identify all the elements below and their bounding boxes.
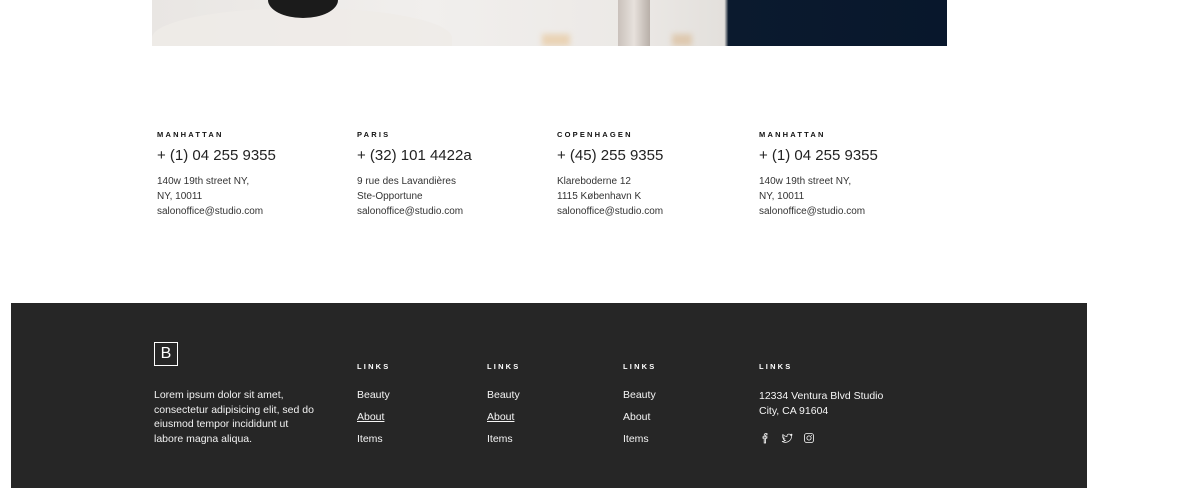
contact-email[interactable]: salonoffice@studio.com	[759, 204, 878, 219]
contact-address-line: 9 rue des Lavandières	[357, 176, 456, 187]
contact-block-copenhagen: COPENHAGEN + (45) 255 9355 Klareboderne …	[557, 130, 663, 219]
footer-link-about[interactable]: About	[487, 411, 521, 424]
contact-block-manhattan: MANHATTAN + (1) 04 255 9355 140w 19th st…	[157, 130, 276, 219]
contact-address-line: NY, 10011	[157, 191, 203, 202]
contact-email[interactable]: salonoffice@studio.com	[557, 204, 663, 219]
contact-address-line: 140w 19th street NY,	[759, 176, 852, 187]
contact-email[interactable]: salonoffice@studio.com	[357, 204, 472, 219]
contact-address-line: 140w 19th street NY,	[157, 176, 250, 187]
footer-link-beauty[interactable]: Beauty	[357, 389, 391, 402]
footer-column-heading: LINKS	[759, 362, 793, 371]
footer-link-beauty[interactable]: Beauty	[487, 389, 521, 402]
footer-contact-column: LINKS 12334 Ventura Blvd Studio City, CA…	[759, 362, 884, 444]
contact-address-line: NY, 10011	[759, 191, 805, 202]
footer-link-items[interactable]: Items	[487, 433, 521, 446]
contact-address-line: Klareboderne 12	[557, 176, 631, 187]
contact-email[interactable]: salonoffice@studio.com	[157, 204, 276, 219]
contact-phone[interactable]: + (1) 04 255 9355	[157, 147, 276, 165]
contact-city: MANHATTAN	[157, 130, 224, 139]
footer-links-column: LINKS Beauty About Items	[623, 362, 657, 455]
contact-city: COPENHAGEN	[557, 130, 633, 139]
contact-city: PARIS	[357, 130, 391, 139]
footer-link-items[interactable]: Items	[623, 433, 657, 446]
hero-blur-shape	[542, 34, 570, 46]
footer-address-line: City, CA 91604	[759, 405, 829, 417]
footer-link-about[interactable]: About	[357, 411, 391, 424]
contact-phone[interactable]: + (32) 101 4422a	[357, 147, 472, 165]
hero-blur-shape	[672, 34, 692, 46]
footer-column-heading: LINKS	[623, 362, 657, 371]
contact-address-line: 1115 København K	[557, 191, 642, 202]
footer-column-heading: LINKS	[357, 362, 391, 371]
footer-link-beauty[interactable]: Beauty	[623, 389, 657, 402]
hero-image	[152, 0, 947, 46]
contact-address-line: Ste-Opportune	[357, 191, 423, 202]
contact-block-paris: PARIS + (32) 101 4422a 9 rue des Lavandi…	[357, 130, 472, 219]
contact-phone[interactable]: + (45) 255 9355	[557, 147, 663, 165]
social-links	[759, 431, 883, 444]
footer-about-text: Lorem ipsum dolor sit amet, consectetur …	[154, 389, 314, 445]
footer-column-heading: LINKS	[487, 362, 521, 371]
contact-city: MANHATTAN	[759, 130, 826, 139]
footer-address-line: 12334 Ventura Blvd Studio	[759, 390, 884, 402]
contact-block-manhattan-2: MANHATTAN + (1) 04 255 9355 140w 19th st…	[759, 130, 878, 219]
instagram-icon[interactable]	[803, 431, 815, 443]
footer-link-items[interactable]: Items	[357, 433, 391, 446]
facebook-icon[interactable]	[759, 431, 771, 444]
footer-links-column: LINKS Beauty About Items	[487, 362, 521, 455]
footer-logo[interactable]: B	[154, 342, 178, 366]
site-footer: B Lorem ipsum dolor sit amet, consectetu…	[11, 303, 1087, 488]
footer-links-column: LINKS Beauty About Items	[357, 362, 391, 455]
twitter-icon[interactable]	[781, 431, 793, 443]
hero-bottle-shape	[618, 0, 650, 46]
contact-phone[interactable]: + (1) 04 255 9355	[759, 147, 878, 165]
footer-link-about[interactable]: About	[623, 411, 657, 424]
